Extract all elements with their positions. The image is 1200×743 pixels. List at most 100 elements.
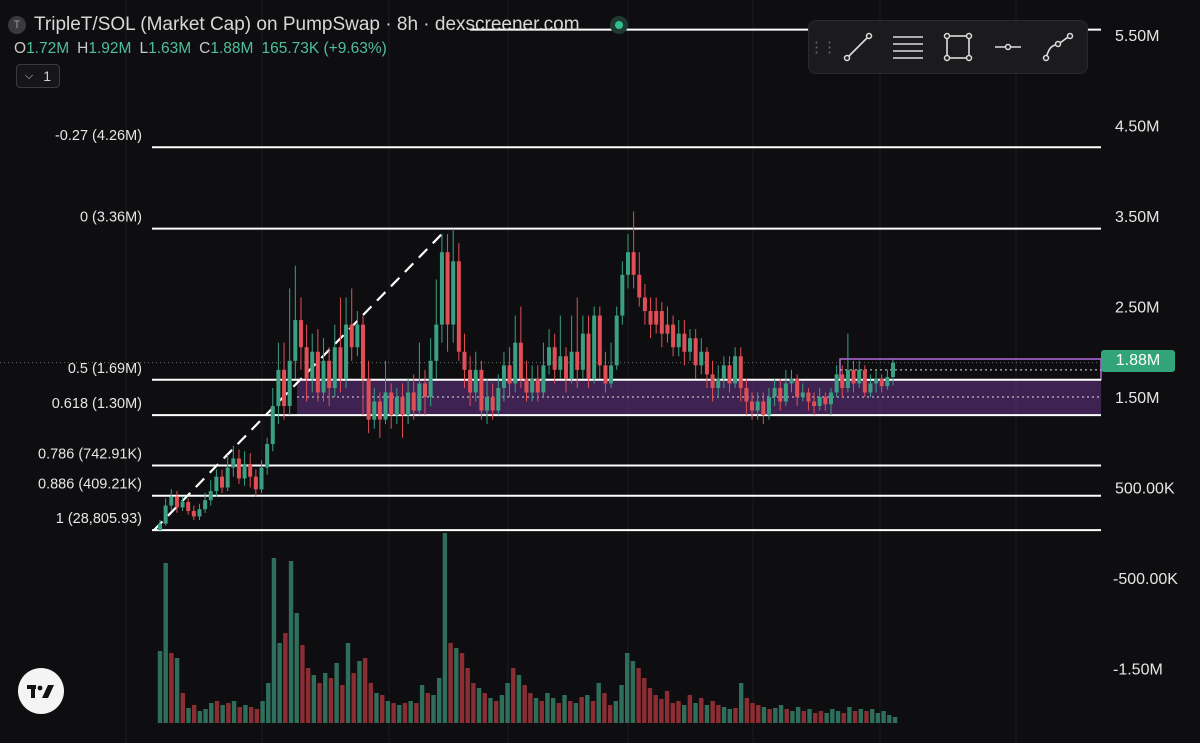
candle-body xyxy=(879,378,884,387)
volume-bar xyxy=(237,707,242,723)
candle-body xyxy=(298,320,303,348)
candle-body xyxy=(789,378,794,384)
candle-body xyxy=(620,274,625,316)
last-price-tag: 1.88M xyxy=(1101,350,1175,372)
candle-body xyxy=(174,496,179,508)
candle-body xyxy=(242,463,247,479)
volume-bar xyxy=(864,711,869,723)
candle-body xyxy=(671,324,676,348)
path-icon[interactable] xyxy=(1033,25,1083,69)
volume-bar xyxy=(454,648,459,723)
candle-body xyxy=(547,347,552,366)
volume-bar xyxy=(533,698,539,723)
volume-bar xyxy=(778,705,784,723)
candle-body xyxy=(293,320,298,361)
volume-bar xyxy=(721,707,727,723)
candle-body xyxy=(248,463,253,477)
candle-body xyxy=(592,315,597,379)
candle-body xyxy=(236,458,241,479)
drawing-toolbar: ⋮⋮ xyxy=(808,20,1088,74)
volume-bar xyxy=(852,711,858,723)
tradingview-logo[interactable] xyxy=(18,668,64,714)
volume-bar xyxy=(818,711,824,723)
volume-bar xyxy=(807,709,812,723)
volume-bar xyxy=(590,701,596,723)
candle-body xyxy=(327,360,332,388)
candle-body xyxy=(265,444,270,468)
volume-bar xyxy=(163,563,168,723)
volume-bar xyxy=(784,709,789,723)
candle-body xyxy=(580,333,585,370)
chart-title: TripleT/SOL (Market Cap) on PumpSwap · 8… xyxy=(34,14,580,35)
volume-bar xyxy=(482,693,487,723)
volume-bar xyxy=(516,675,522,723)
candle-body xyxy=(360,324,365,379)
volume-bar xyxy=(750,703,755,723)
candle-body xyxy=(857,369,862,384)
fib-lines-icon[interactable] xyxy=(883,25,933,69)
candle-body xyxy=(761,401,766,416)
volume-bar xyxy=(317,683,322,723)
y-axis-label: -1.50M xyxy=(1113,662,1163,679)
trend-line-icon[interactable] xyxy=(833,25,883,69)
ohlc-value: 1.72M xyxy=(26,40,70,57)
volume-bar xyxy=(505,683,510,723)
volume-bar xyxy=(186,708,191,723)
ohlc-value: 1.92M xyxy=(88,40,132,57)
volume-bar xyxy=(693,703,698,723)
fib-label: 1 (28,805.93) xyxy=(56,511,142,527)
volume-bar xyxy=(203,709,208,723)
candle-body xyxy=(828,392,833,405)
candle-body xyxy=(704,351,709,375)
candle-body xyxy=(304,347,309,379)
candle-body xyxy=(366,378,371,420)
candle-body xyxy=(180,501,185,508)
candle-body xyxy=(276,369,281,407)
candle-body xyxy=(524,378,529,393)
collapse-indicators-button[interactable]: ⌵ 1 xyxy=(16,64,60,88)
drag-grip-icon[interactable]: ⋮⋮ xyxy=(809,38,837,56)
fib-label: 0.786 (742.91K) xyxy=(38,447,142,463)
volume-bar xyxy=(226,703,231,723)
volume-bar xyxy=(476,688,482,723)
candle-body xyxy=(738,356,743,388)
volume-bar xyxy=(847,707,852,723)
candle-body xyxy=(203,500,208,510)
candle-body xyxy=(750,401,755,411)
candle-body xyxy=(315,351,320,393)
chart-canvas[interactable]: -0.27 (4.26M) 0 (3.36M) 0.5 (1.69M) 0.618 (… xyxy=(0,0,1200,743)
symbol-icon[interactable]: T xyxy=(8,16,26,34)
candle-body xyxy=(372,401,377,420)
candle-body xyxy=(400,397,405,416)
rectangle-icon[interactable] xyxy=(933,25,983,69)
volume-bar xyxy=(568,701,573,723)
volume-bar xyxy=(642,678,647,723)
volume-bar xyxy=(892,717,898,723)
candle-body xyxy=(214,476,219,492)
volume-bar xyxy=(499,695,505,723)
volume-bar xyxy=(209,703,214,723)
volume-bar xyxy=(528,693,533,723)
candle-body xyxy=(733,356,738,384)
fib-levels[interactable]: -0.27 (4.26M) 0 (3.36M) 0.5 (1.69M) 0.618 (… xyxy=(38,28,1101,532)
candle-body xyxy=(563,356,568,379)
volume-bar xyxy=(841,713,846,723)
candle-body xyxy=(755,401,760,411)
horizontal-line-icon[interactable] xyxy=(983,25,1033,69)
candle-body xyxy=(225,467,230,488)
volume-bar xyxy=(545,693,550,723)
volume-bar xyxy=(738,683,744,723)
volume-bar xyxy=(471,683,476,723)
volume-bar xyxy=(550,698,556,723)
volume-bar xyxy=(699,698,704,723)
candle-body xyxy=(716,378,721,388)
ohlc-value: 1.63M xyxy=(148,40,192,57)
candle-body xyxy=(586,333,591,379)
candle-body xyxy=(287,360,292,407)
candle-body xyxy=(834,374,839,393)
candle-body xyxy=(688,338,693,352)
candle-body xyxy=(191,511,196,517)
candle-body xyxy=(163,505,168,524)
candle-body xyxy=(338,347,343,379)
volume-bar xyxy=(311,675,317,723)
